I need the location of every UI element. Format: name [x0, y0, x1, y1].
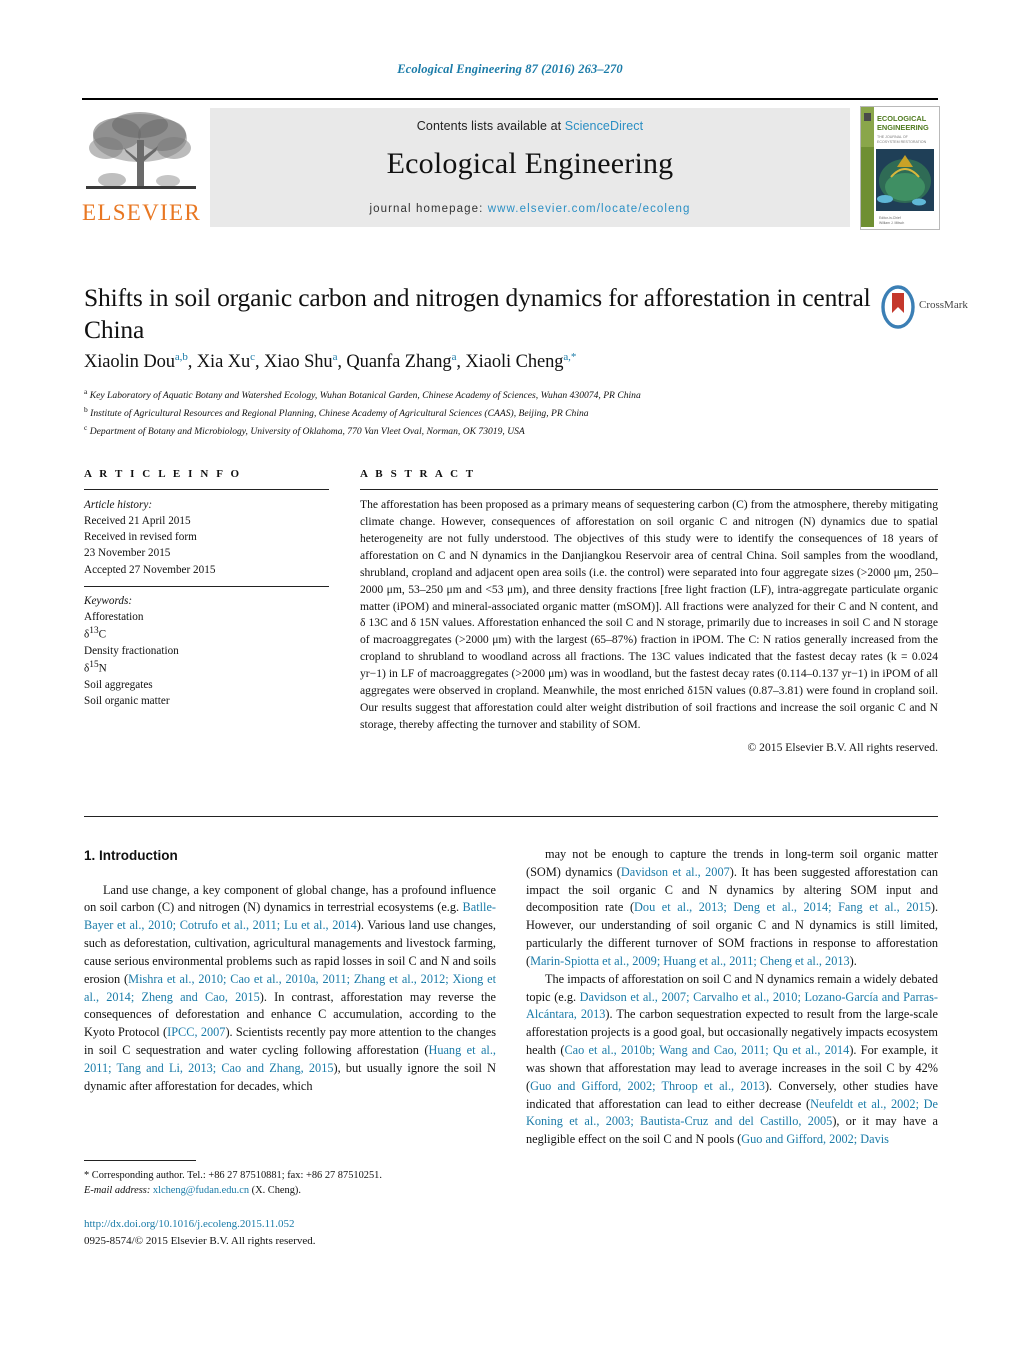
contents-available-line: Contents lists available at ScienceDirec… — [210, 108, 850, 133]
keywords-label: Keywords: — [84, 594, 133, 607]
doi-link[interactable]: http://dx.doi.org/10.1016/j.ecoleng.2015… — [84, 1216, 544, 1233]
keyword-item: Afforestation — [84, 610, 144, 623]
article-history-item: Accepted 27 November 2015 — [84, 563, 216, 576]
citation-link[interactable]: IPCC, 2007 — [167, 1025, 225, 1039]
affiliation-item: c Department of Botany and Microbiology,… — [84, 422, 904, 440]
keyword-item: Soil organic matter — [84, 694, 170, 707]
crossmark-icon — [881, 285, 915, 329]
svg-text:Editor-in-Chief: Editor-in-Chief — [879, 216, 901, 220]
body-text: Land use change, a key component of glob… — [84, 882, 496, 915]
doi-block: http://dx.doi.org/10.1016/j.ecoleng.2015… — [84, 1216, 544, 1249]
email-label: E-mail address: — [84, 1185, 151, 1197]
keyword-item: Density fractionation — [84, 644, 179, 657]
corresponding-author-footnote: * Corresponding author. Tel.: +86 27 875… — [84, 1168, 496, 1198]
crossmark-badge[interactable]: CrossMark — [880, 285, 968, 333]
email-suffix: (X. Cheng). — [251, 1185, 301, 1197]
article-history-item: 23 November 2015 — [84, 547, 171, 560]
abstract-text: The afforestation has been proposed as a… — [360, 498, 938, 731]
citation-link[interactable]: Guo and Gifford, 2002; Throop et al., 20… — [530, 1079, 765, 1093]
journal-cover-image: ECOLOGICAL ENGINEERING THE JOURNAL OF EC… — [861, 107, 937, 227]
affiliation-item: a Key Laboratory of Aquatic Botany and W… — [84, 386, 904, 404]
paragraph-left-1: Land use change, a key component of glob… — [84, 882, 496, 1096]
contents-prefix: Contents lists available at — [416, 119, 565, 133]
body-column-right: may not be enough to capture the trends … — [526, 846, 938, 1149]
abstract-rule — [360, 489, 938, 490]
title-block: Shifts in soil organic carbon and nitrog… — [84, 282, 874, 346]
keywords-rule — [84, 585, 329, 587]
citation-link[interactable]: Cao et al., 2010b; Wang and Cao, 2011; Q… — [564, 1043, 849, 1057]
article-history-item: Received in revised form — [84, 531, 197, 544]
paragraph-right-1: may not be enough to capture the trends … — [526, 846, 938, 971]
citation-link[interactable]: Davidson et al., 2007 — [621, 865, 730, 879]
article-history-item: Received 21 April 2015 — [84, 515, 191, 528]
author-list: Xiaolin Doua,b, Xia Xuc, Xiao Shua, Quan… — [84, 351, 577, 373]
affiliation-item: b Institute of Agricultural Resources an… — [84, 404, 904, 422]
article-info-heading: A R T I C L E I N F O — [84, 468, 242, 480]
affiliation-text: Key Laboratory of Aquatic Botany and Wat… — [87, 390, 641, 402]
homepage-prefix: journal homepage: — [369, 203, 488, 215]
article-info-rule — [84, 489, 329, 490]
page-title: Shifts in soil organic carbon and nitrog… — [84, 283, 871, 345]
journal-homepage-link[interactable]: www.elsevier.com/locate/ecoleng — [488, 203, 691, 215]
body-column-left: 1. Introduction Land use change, a key c… — [84, 846, 496, 1096]
svg-text:THE JOURNAL OF: THE JOURNAL OF — [877, 135, 909, 139]
citation-link[interactable]: Dou et al., 2013; Deng et al., 2014; Fan… — [634, 900, 931, 914]
crossmark-label: CrossMark — [919, 299, 968, 311]
keywords-block: Keywords: Afforestation δ13C Density fract… — [84, 593, 329, 709]
svg-text:ECOLOGICAL: ECOLOGICAL — [877, 114, 927, 123]
running-head: Ecological Engineering 87 (2016) 263–270 — [397, 62, 623, 76]
citation-link[interactable]: Marin-Spiotta et al., 2009; Huang et al.… — [530, 954, 850, 968]
masthead-banner: Contents lists available at ScienceDirec… — [210, 108, 850, 227]
keyword-item: Soil aggregates — [84, 678, 153, 691]
abstract-heading: A B S T R A C T — [360, 468, 476, 480]
abstract-column: A B S T R A C T The afforestation has be… — [360, 468, 938, 754]
paper-page: Ecological Engineering 87 (2016) 263–270 — [0, 0, 1020, 1351]
section-heading-introduction: 1. Introduction — [84, 848, 178, 863]
affiliation-list: a Key Laboratory of Aquatic Botany and W… — [84, 386, 904, 439]
svg-text:ENGINEERING: ENGINEERING — [877, 123, 929, 132]
sciencedirect-link[interactable]: ScienceDirect — [565, 119, 643, 133]
email-link[interactable]: xlcheng@fudan.edu.cn — [153, 1185, 249, 1196]
journal-homepage-line: journal homepage: www.elsevier.com/locat… — [210, 203, 850, 215]
journal-cover-thumbnail: ECOLOGICAL ENGINEERING THE JOURNAL OF EC… — [860, 106, 940, 230]
citation-link[interactable]: Guo and Gifford, 2002; Davis — [741, 1132, 889, 1146]
svg-text:ECOSYSTEM RESTORATION: ECOSYSTEM RESTORATION — [877, 140, 927, 144]
article-history-items: Received 21 April 2015 Received in revise… — [84, 513, 329, 578]
email-line: E-mail address: xlcheng@fudan.edu.cn (X.… — [84, 1183, 496, 1198]
abstract-copyright: © 2015 Elsevier B.V. All rights reserved… — [747, 740, 938, 754]
elsevier-tree-icon — [86, 112, 196, 189]
article-history-block: Article history: Received 21 April 2015 R… — [84, 497, 329, 578]
elsevier-logo: ELSEVIER — [82, 108, 200, 228]
keyword-item: δ15N — [84, 659, 107, 675]
article-info-column: A R T I C L E I N F O Article history: R… — [84, 468, 329, 709]
footnote-rule — [84, 1160, 196, 1161]
svg-text:William J. Mitsch: William J. Mitsch — [879, 221, 904, 225]
keyword-item: δ13C — [84, 625, 107, 641]
elsevier-wordmark: ELSEVIER — [82, 200, 201, 225]
affiliation-text: Department of Botany and Microbiology, U… — [87, 425, 525, 437]
journal-title: Ecological Engineering — [386, 147, 674, 180]
corresponding-author-line: * Corresponding author. Tel.: +86 27 875… — [84, 1170, 382, 1181]
body-text: ). — [849, 953, 857, 968]
article-history-label: Article history: — [84, 499, 153, 511]
masthead-top-rule — [82, 98, 938, 100]
journal-masthead: ELSEVIER Contents lists available at Sci… — [82, 98, 940, 231]
paragraph-right-2: The impacts of afforestation on soil C a… — [526, 971, 938, 1149]
keywords-items: Afforestation δ13C Density fractionation δ1… — [84, 609, 329, 709]
affiliation-text: Institute of Agricultural Resources and … — [87, 407, 589, 419]
abstract-bottom-rule — [84, 816, 938, 817]
issn-copyright-line: 0925-8574/© 2015 Elsevier B.V. All right… — [84, 1234, 316, 1247]
